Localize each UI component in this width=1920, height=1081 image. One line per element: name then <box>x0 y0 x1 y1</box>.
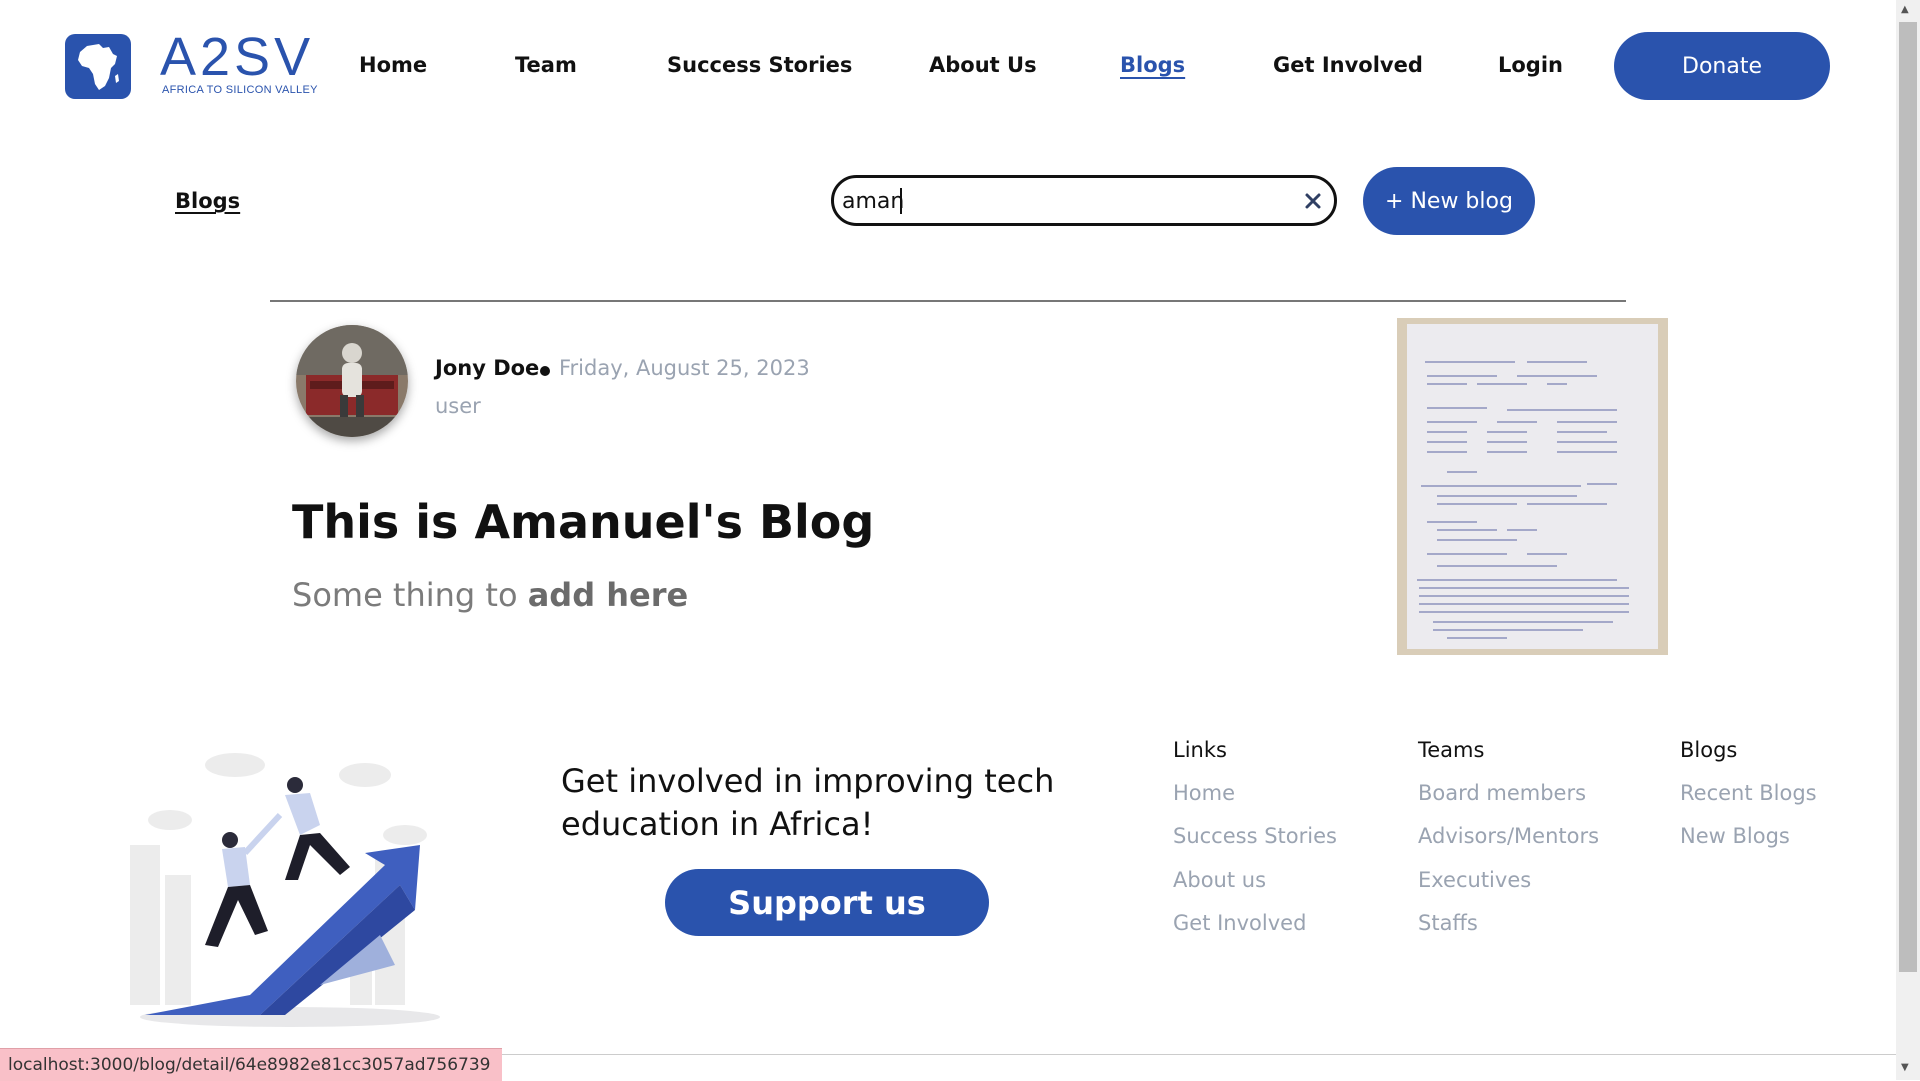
footer-link-success-stories[interactable]: Success Stories <box>1173 824 1337 848</box>
footer-link-new-blogs[interactable]: New Blogs <box>1680 824 1790 848</box>
climbing-people-illustration <box>110 735 450 1035</box>
scrollbar-thumb[interactable] <box>1899 22 1917 972</box>
avatar[interactable] <box>296 325 408 437</box>
logo-africa-icon[interactable] <box>65 34 131 99</box>
footer-link-board-members[interactable]: Board members <box>1418 781 1586 805</box>
brand-logo[interactable]: A2SV AFRICA TO SILICON VALLEY <box>160 30 326 102</box>
brand-mark: A2SV <box>160 27 315 87</box>
text-caret <box>900 188 902 214</box>
footer-link-about-us[interactable]: About us <box>1173 868 1266 892</box>
divider <box>270 300 1626 302</box>
nav-login[interactable]: Login <box>1498 53 1563 77</box>
nav-home[interactable]: Home <box>359 53 427 77</box>
footer-link-home[interactable]: Home <box>1173 781 1235 805</box>
blog-excerpt: Some thing to add here <box>292 576 688 614</box>
new-blog-button[interactable]: + New blog <box>1363 167 1535 235</box>
nav-success-stories[interactable]: Success Stories <box>667 53 852 77</box>
footer-teams-heading: Teams <box>1418 738 1485 762</box>
brand-tagline: AFRICA TO SILICON VALLEY <box>162 84 318 96</box>
separator-dot <box>540 366 550 376</box>
post-date: Friday, August 25, 2023 <box>559 356 810 380</box>
blog-thumbnail-image[interactable] <box>1397 318 1668 655</box>
excerpt-plain: Some thing to <box>292 576 528 614</box>
author-name[interactable]: Jony Doe <box>435 356 539 380</box>
blogs-breadcrumb[interactable]: Blogs <box>175 189 240 213</box>
scroll-up-arrow-icon[interactable]: ▲ <box>1901 4 1909 15</box>
nav-team[interactable]: Team <box>515 53 577 77</box>
author-role: user <box>435 394 481 418</box>
footer-link-advisors-mentors[interactable]: Advisors/Mentors <box>1418 824 1599 848</box>
footer-link-get-involved[interactable]: Get Involved <box>1173 911 1306 935</box>
footer-blogs-heading: Blogs <box>1680 738 1738 762</box>
excerpt-bold: add here <box>527 576 689 614</box>
footer-link-executives[interactable]: Executives <box>1418 868 1531 892</box>
nav-about-us[interactable]: About Us <box>929 53 1037 77</box>
blog-title[interactable]: This is Amanuel's Blog <box>292 495 874 549</box>
footer-links-heading: Links <box>1173 738 1227 762</box>
close-icon[interactable] <box>1302 190 1324 212</box>
donate-button[interactable]: Donate <box>1614 32 1830 100</box>
scroll-down-arrow-icon[interactable]: ▼ <box>1901 1062 1909 1073</box>
cta-title: Get involved in improving tech education… <box>561 762 1055 843</box>
footer-link-staffs[interactable]: Staffs <box>1418 911 1478 935</box>
support-us-button[interactable]: Support us <box>665 869 989 936</box>
link-status-bar: localhost:3000/blog/detail/64e8982e81cc3… <box>0 1048 503 1081</box>
nav-blogs[interactable]: Blogs <box>1120 53 1185 77</box>
search-input[interactable] <box>842 187 1282 215</box>
footer-link-recent-blogs[interactable]: Recent Blogs <box>1680 781 1817 805</box>
search-box <box>831 175 1337 226</box>
nav-get-involved[interactable]: Get Involved <box>1273 53 1423 77</box>
